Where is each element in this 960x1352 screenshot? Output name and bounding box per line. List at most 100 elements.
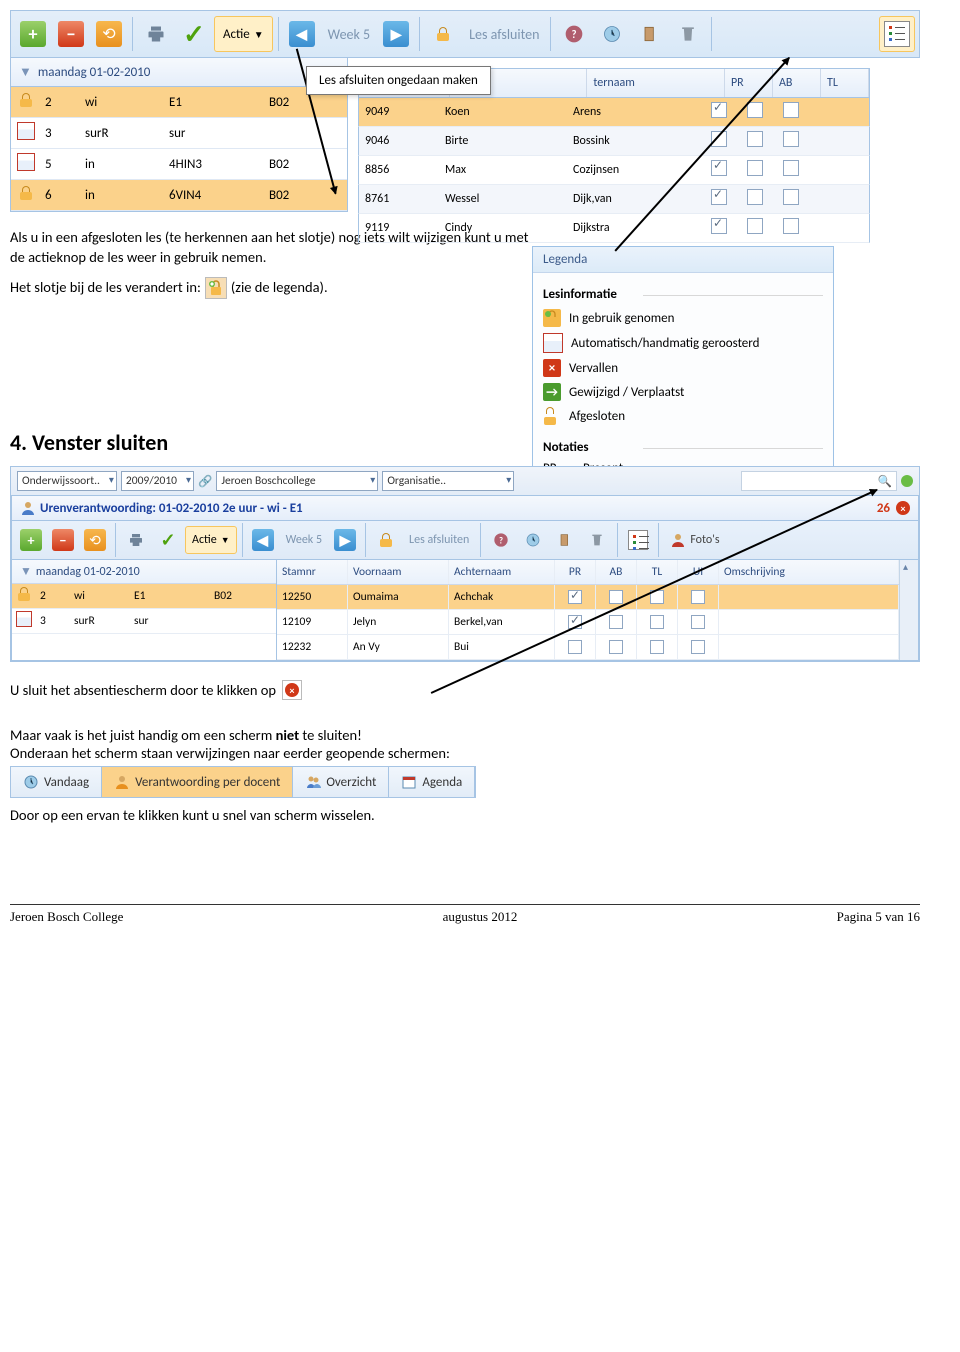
refresh-button[interactable]: ⟲ <box>91 16 127 52</box>
col-achternaam: ternaam <box>587 69 725 97</box>
person-icon <box>20 500 36 516</box>
next-week-button[interactable]: ▶ <box>378 16 414 52</box>
student-row[interactable]: 8761 WesselDijk,van <box>358 185 870 214</box>
filter-bar: Onderwijssoort.. 2009/2010 🔗 Jeroen Bosc… <box>11 467 919 496</box>
filter-jaar[interactable]: 2009/2010 <box>121 471 194 491</box>
legend-item: Afgesloten <box>543 404 823 428</box>
p-niet-b: niet <box>276 726 300 744</box>
help-2[interactable]: ? <box>486 525 516 555</box>
help-button[interactable]: ? <box>556 16 592 52</box>
legend-button[interactable] <box>879 16 915 52</box>
trash-2[interactable] <box>582 525 612 555</box>
student-row[interactable]: 12232An VyBui <box>277 635 899 660</box>
add-button[interactable]: + <box>15 16 51 52</box>
clock-2[interactable] <box>518 525 548 555</box>
tooltip-undo-close-lesson: Les afsluiten ongedaan maken <box>306 66 491 95</box>
para-2b: (zie de legenda). <box>231 278 328 298</box>
schedule-row[interactable]: 5in 4HIN3B02 <box>11 149 347 180</box>
p-onderaan: Onderaan het scherm staan verwijzingen n… <box>10 744 920 762</box>
lock-icon <box>436 27 450 41</box>
p-switch: Door op een ervan te klikken kunt u snel… <box>10 806 920 824</box>
next-week-2[interactable]: ▶ <box>330 525 360 555</box>
student-row[interactable]: 12109JelynBerkel,van <box>277 610 899 635</box>
scrollbar[interactable] <box>899 560 918 660</box>
door-button[interactable] <box>632 16 668 52</box>
close-icon-inline: × <box>282 680 302 700</box>
tab-vandaag[interactable]: Vandaag <box>11 767 102 797</box>
col-tl: TL <box>821 69 869 97</box>
filter-org[interactable]: Organisatie.. <box>382 471 514 491</box>
p-niet-a: Maar vaak is het juist handig om een sch… <box>10 726 276 744</box>
schedule-row[interactable]: 2wi E1B02 <box>11 87 347 118</box>
day-2: maandag 01-02-2010 <box>36 565 140 579</box>
lock-button[interactable] <box>425 16 461 52</box>
les-label-2: Les afsluiten <box>403 533 475 547</box>
legend-item: In gebruik genomen <box>543 306 823 330</box>
inuse-mini-icon <box>205 277 227 299</box>
tabs-row: VandaagVerantwoording per docentOverzich… <box>10 766 476 798</box>
confirm-button[interactable]: ✓ <box>176 16 212 52</box>
tab-verantwoording-per-docent[interactable]: Verantwoording per docent <box>102 767 293 797</box>
prev-week-2[interactable]: ◀ <box>248 525 278 555</box>
trash-button[interactable] <box>670 16 706 52</box>
tab-agenda[interactable]: Agenda <box>389 767 475 797</box>
svg-text:?: ? <box>572 28 577 41</box>
clock-button[interactable] <box>594 16 630 52</box>
clock-icon <box>602 24 622 44</box>
legend-item: ×Vervallen <box>543 356 823 380</box>
lock-button-2[interactable] <box>371 525 401 555</box>
col-ab: AB <box>596 560 637 584</box>
page-footer: Jeroen Bosch College augustus 2012 Pagin… <box>10 904 920 925</box>
col-stamnr: Stamnr <box>277 560 348 584</box>
footer-mid: augustus 2012 <box>123 909 836 925</box>
toolbar-2: + − ⟲ ✓ Actie▼ ◀ Week 5 ▶ Les afsluiten … <box>11 521 919 560</box>
door-icon <box>640 24 660 44</box>
les-afsluiten-label: Les afsluiten <box>463 26 545 43</box>
close-button[interactable]: × <box>896 501 910 515</box>
footer-left: Jeroen Bosch College <box>10 909 123 925</box>
col-pr: PR <box>555 560 596 584</box>
fotos-button[interactable]: Foto's <box>664 532 725 548</box>
actie-dropdown-2[interactable]: Actie▼ <box>185 526 237 554</box>
legend-title: Legenda <box>533 247 833 273</box>
schedule-row[interactable]: 2wi E1B02 <box>12 584 276 609</box>
printer-icon <box>128 532 144 548</box>
tab-overzicht[interactable]: Overzicht <box>293 767 389 797</box>
day-header[interactable]: ▼ maandag 01-02-2010 <box>10 58 348 87</box>
remove-button[interactable]: − <box>53 16 89 52</box>
schedule-row[interactable]: 3surR sur <box>12 609 276 634</box>
student-row[interactable]: 9119 CindyDijkstra <box>358 214 870 243</box>
student-row[interactable]: 9046 BirteBossink <box>358 127 870 156</box>
week-label-2: Week 5 <box>280 533 328 547</box>
para-2a: Het slotje bij de les verandert in: <box>10 278 201 298</box>
list-2[interactable] <box>623 525 653 555</box>
print-button[interactable] <box>138 16 174 52</box>
remove-button-2[interactable]: − <box>48 525 78 555</box>
lock-icon <box>379 533 393 547</box>
student-row[interactable]: 8856 MaxCozijnsen <box>358 156 870 185</box>
trash-icon <box>678 24 698 44</box>
printer-icon <box>146 24 166 44</box>
filter-school[interactable]: Jeroen Boschcollege <box>216 471 378 491</box>
refresh-button-2[interactable]: ⟲ <box>80 525 110 555</box>
toolbar-main: + − ⟲ ✓ Actie▼ ◀ Week 5 ▶ Les afsluiten … <box>10 10 920 58</box>
confirm-button-2[interactable]: ✓ <box>153 525 183 555</box>
footer-right: Pagina 5 van 16 <box>837 909 920 925</box>
section-count: 26 <box>877 501 890 516</box>
day-date: maandag 01-02-2010 <box>38 65 150 80</box>
filter-onderwijs[interactable]: Onderwijssoort.. <box>17 471 117 491</box>
actie-dropdown[interactable]: Actie▼ <box>214 16 273 52</box>
list-icon <box>884 21 910 47</box>
print-button-2[interactable] <box>121 525 151 555</box>
schedule-row[interactable]: 6in 6VIN4B02 <box>11 180 347 211</box>
prev-week-button[interactable]: ◀ <box>284 16 320 52</box>
student-row[interactable]: 9049 KoenArens <box>358 98 870 127</box>
photo-icon <box>670 532 686 548</box>
schedule-row[interactable]: 3surR sur <box>11 118 347 149</box>
door-2[interactable] <box>550 525 580 555</box>
student-row[interactable]: 12250OumaimaAchchak <box>277 585 899 610</box>
status-dot <box>901 475 913 487</box>
help-icon: ? <box>564 24 584 44</box>
section-title: Urenverantwoording: 01-02-2010 2e uur - … <box>40 501 303 516</box>
add-button-2[interactable]: + <box>16 525 46 555</box>
